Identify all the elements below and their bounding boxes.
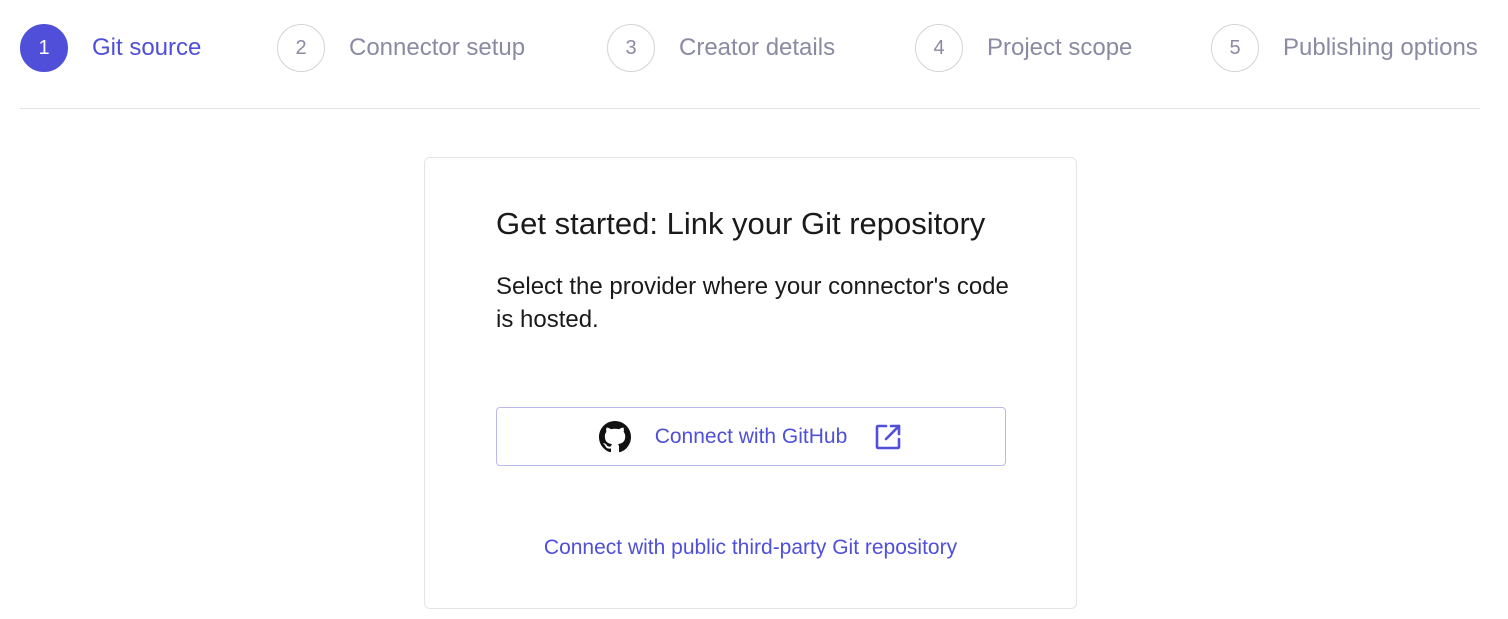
step-creator-details[interactable]: 3 Creator details (607, 24, 835, 72)
step-label: Project scope (987, 34, 1133, 61)
step-project-scope[interactable]: 4 Project scope (915, 24, 1132, 72)
connect-github-label: Connect with GitHub (654, 424, 848, 448)
step-label: Publishing options (1283, 34, 1478, 61)
connect-github-button[interactable]: Connect with GitHub (496, 407, 1006, 466)
step-number-circle: 2 (277, 24, 325, 72)
card-title: Get started: Link your Git repository (496, 206, 986, 241)
step-git-source[interactable]: 1 Git source (20, 24, 201, 72)
step-publishing-options[interactable]: 5 Publishing options (1211, 24, 1478, 72)
connect-third-party-link[interactable]: Connect with public third-party Git repo… (425, 536, 1076, 560)
stepper: 1 Git source 2 Connector setup 3 Creator… (0, 0, 1508, 96)
step-label: Creator details (679, 34, 836, 61)
github-icon (598, 420, 631, 453)
step-connector-setup[interactable]: 2 Connector setup (277, 24, 525, 72)
stepper-divider (20, 108, 1480, 109)
card-description: Select the provider where your connector… (496, 273, 1009, 333)
external-link-icon (873, 422, 903, 452)
git-source-card: Get started: Link your Git repository Se… (424, 157, 1077, 609)
step-number-circle: 1 (20, 24, 68, 72)
step-label: Connector setup (349, 34, 526, 61)
step-number-circle: 3 (607, 24, 655, 72)
step-label: Git source (92, 34, 202, 61)
step-number-circle: 4 (915, 24, 963, 72)
step-number-circle: 5 (1211, 24, 1259, 72)
